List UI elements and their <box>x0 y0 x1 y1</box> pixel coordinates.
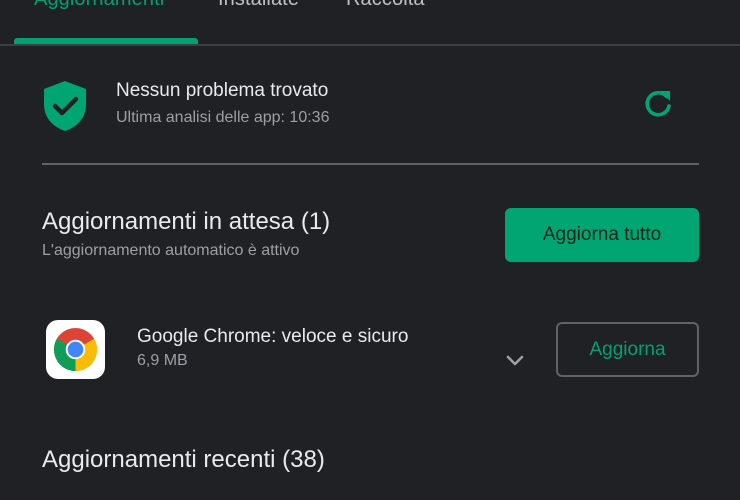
active-tab-indicator <box>14 38 198 44</box>
shield-check-icon <box>44 81 86 131</box>
chrome-icon <box>53 327 98 372</box>
updates-screen: Aggiornamenti Installate Raccolta Nessun… <box>0 0 740 500</box>
tab-bar: Aggiornamenti Installate Raccolta <box>0 0 740 46</box>
tab-raccolta[interactable]: Raccolta <box>346 0 425 11</box>
pending-updates-title: Aggiornamenti in attesa (1) <box>42 208 331 235</box>
auto-update-status: L'aggiornamento automatico è attivo <box>42 242 300 259</box>
divider <box>42 163 699 165</box>
refresh-icon[interactable] <box>640 86 676 122</box>
recent-updates-title[interactable]: Aggiornamenti recenti (38) <box>42 446 325 474</box>
app-size: 6,9 MB <box>137 352 188 369</box>
app-name[interactable]: Google Chrome: veloce e sicuro <box>137 326 408 348</box>
update-all-button[interactable]: Aggiorna tutto <box>505 208 699 262</box>
tab-installate[interactable]: Installate <box>218 0 299 11</box>
security-last-scan: Ultima analisi delle app: 10:36 <box>116 109 330 126</box>
app-icon-container[interactable] <box>46 320 105 379</box>
chevron-down-icon[interactable] <box>502 350 528 370</box>
security-status-title: Nessun problema trovato <box>116 80 329 101</box>
update-app-button[interactable]: Aggiorna <box>556 322 699 377</box>
tab-aggiornamenti[interactable]: Aggiornamenti <box>34 0 164 11</box>
